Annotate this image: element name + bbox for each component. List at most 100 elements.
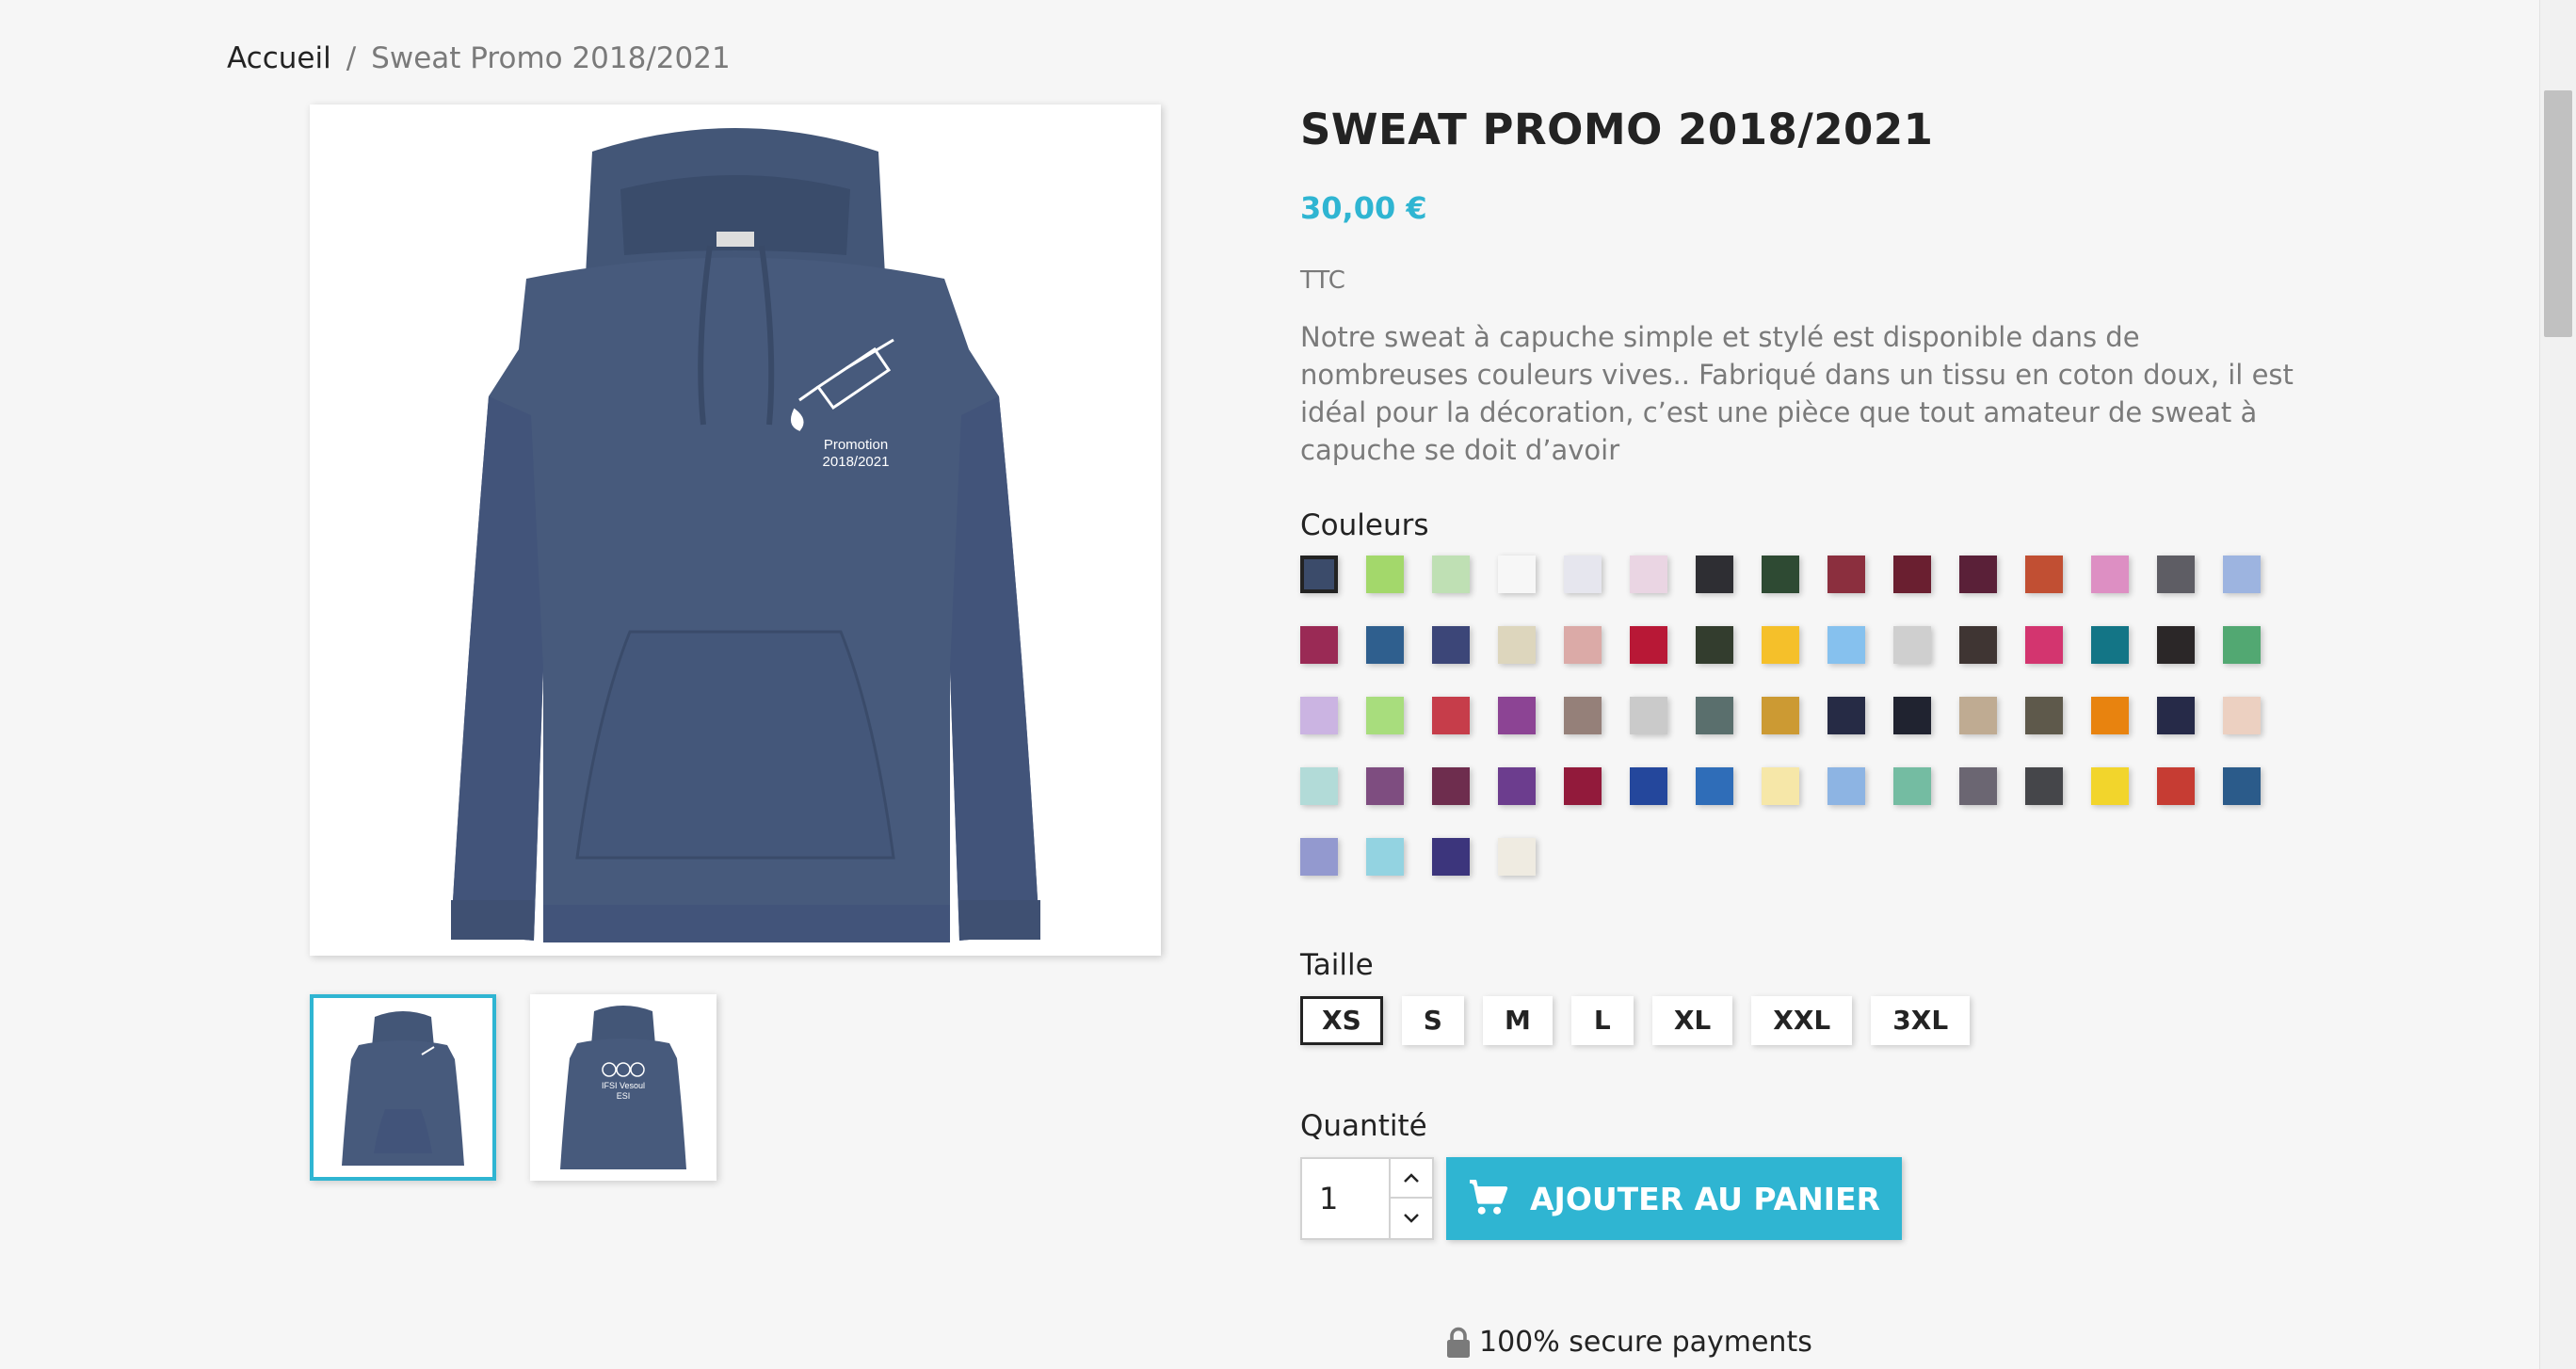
breadcrumb-separator: / [346,41,357,75]
color-swatch[interactable] [2091,556,2129,593]
size-option-m[interactable]: M [1482,996,1553,1045]
shopping-cart-icon [1470,1180,1508,1215]
product-description: Notre sweat à capuche simple et stylé es… [1300,321,2294,466]
quantity-decrease-button[interactable] [1389,1199,1432,1238]
color-swatch[interactable] [1564,626,1602,664]
thumbnail-back[interactable]: IFSI Vesoul ESI [530,994,716,1181]
color-swatch[interactable] [1498,697,1536,734]
color-swatch[interactable] [1366,767,1404,805]
color-swatch[interactable] [1827,697,1865,734]
color-swatch[interactable] [1827,626,1865,664]
color-swatch[interactable] [1498,626,1536,664]
thumbnail-front[interactable] [310,994,496,1181]
color-swatch[interactable] [1762,697,1799,734]
lock-icon [1447,1327,1470,1358]
color-swatch[interactable] [1893,697,1931,734]
quantity-increase-button[interactable] [1389,1159,1432,1199]
hoodie-print-line2: 2018/2021 [823,454,890,470]
tax-label: TTC [1300,266,1345,295]
color-swatch[interactable] [2025,626,2063,664]
color-swatch[interactable] [1893,626,1931,664]
color-swatch[interactable] [1696,697,1733,734]
color-swatch[interactable] [1959,556,1997,593]
color-swatch[interactable] [1366,838,1404,876]
color-swatch[interactable] [1630,697,1667,734]
color-swatch[interactable] [1893,556,1931,593]
color-swatch[interactable] [1696,556,1733,593]
chevron-up-icon [1404,1173,1419,1183]
size-option-l[interactable]: L [1570,996,1634,1045]
color-swatch[interactable] [2223,697,2261,734]
color-swatch[interactable] [1959,697,1997,734]
scrollbar-thumb[interactable] [2544,90,2572,337]
color-swatch[interactable] [1300,767,1338,805]
size-option-s[interactable]: S [1401,996,1464,1045]
page-scrollbar[interactable] [2539,0,2576,1369]
color-swatch[interactable] [1893,767,1931,805]
color-swatch[interactable] [1366,556,1404,593]
color-swatch[interactable] [1300,697,1338,734]
color-swatch[interactable] [1432,556,1470,593]
color-swatch[interactable] [1762,556,1799,593]
color-swatch[interactable] [2025,697,2063,734]
color-swatch[interactable] [1762,767,1799,805]
color-swatch[interactable] [1366,626,1404,664]
hoodie-front-image: Promotion 2018/2021 [451,128,1040,942]
color-swatch[interactable] [1630,556,1667,593]
color-swatch[interactable] [1432,697,1470,734]
color-swatch[interactable] [1300,838,1338,876]
color-swatch[interactable] [2091,767,2129,805]
color-swatch[interactable] [2223,767,2261,805]
color-swatch[interactable] [2025,767,2063,805]
chevron-down-icon [1404,1214,1419,1223]
size-option-xl[interactable]: XL [1651,996,1733,1045]
secure-payments-note: 100% secure payments [1445,1322,1812,1363]
size-option-xxl[interactable]: XXL [1751,996,1853,1045]
color-swatch[interactable] [1498,838,1536,876]
color-swatches [1300,556,2298,876]
secure-payments-text: 100% secure payments [1479,1326,1812,1359]
breadcrumb-home-link[interactable]: Accueil [227,41,331,75]
color-swatch[interactable] [1498,556,1536,593]
color-swatch[interactable] [1959,767,1997,805]
color-swatch[interactable] [1564,556,1602,593]
color-swatch[interactable] [2025,556,2063,593]
color-swatch[interactable] [1432,626,1470,664]
size-options: XS S M L XL XXL 3XL [1300,996,1971,1045]
color-swatch[interactable] [2223,626,2261,664]
color-swatch[interactable] [1696,767,1733,805]
quantity-input[interactable] [1302,1159,1389,1238]
add-to-cart-button[interactable]: AJOUTER AU PANIER [1446,1157,1902,1240]
color-swatch[interactable] [1300,626,1338,664]
color-swatch[interactable] [2091,697,2129,734]
color-swatch[interactable] [1827,767,1865,805]
color-swatch[interactable] [1959,626,1997,664]
breadcrumb-current: Sweat Promo 2018/2021 [371,41,731,75]
color-swatch[interactable] [2157,697,2195,734]
color-swatch[interactable] [1432,838,1470,876]
breadcrumb: Accueil / Sweat Promo 2018/2021 [227,38,731,79]
color-swatch[interactable] [2157,767,2195,805]
size-option-xs[interactable]: XS [1300,996,1383,1045]
color-swatch[interactable] [2223,556,2261,593]
size-option-3xl[interactable]: 3XL [1871,996,1971,1045]
color-swatch[interactable] [1630,626,1667,664]
color-swatch[interactable] [1762,626,1799,664]
color-swatch[interactable] [1630,767,1667,805]
color-swatch[interactable] [1564,697,1602,734]
color-swatch[interactable] [2091,626,2129,664]
color-swatch[interactable] [1366,697,1404,734]
color-swatch[interactable] [2157,626,2195,664]
color-swatch[interactable] [2157,556,2195,593]
add-to-cart-label: AJOUTER AU PANIER [1530,1180,1880,1217]
color-swatch[interactable] [1300,556,1338,593]
hoodie-print-line1: Promotion [824,437,888,453]
quantity-label: Quantité [1300,1109,1427,1143]
quantity-stepper [1300,1157,1434,1240]
color-swatch[interactable] [1432,767,1470,805]
color-swatch[interactable] [1564,767,1602,805]
color-swatch[interactable] [1498,767,1536,805]
color-swatch[interactable] [1696,626,1733,664]
product-main-image[interactable]: Promotion 2018/2021 [310,105,1161,956]
color-swatch[interactable] [1827,556,1865,593]
